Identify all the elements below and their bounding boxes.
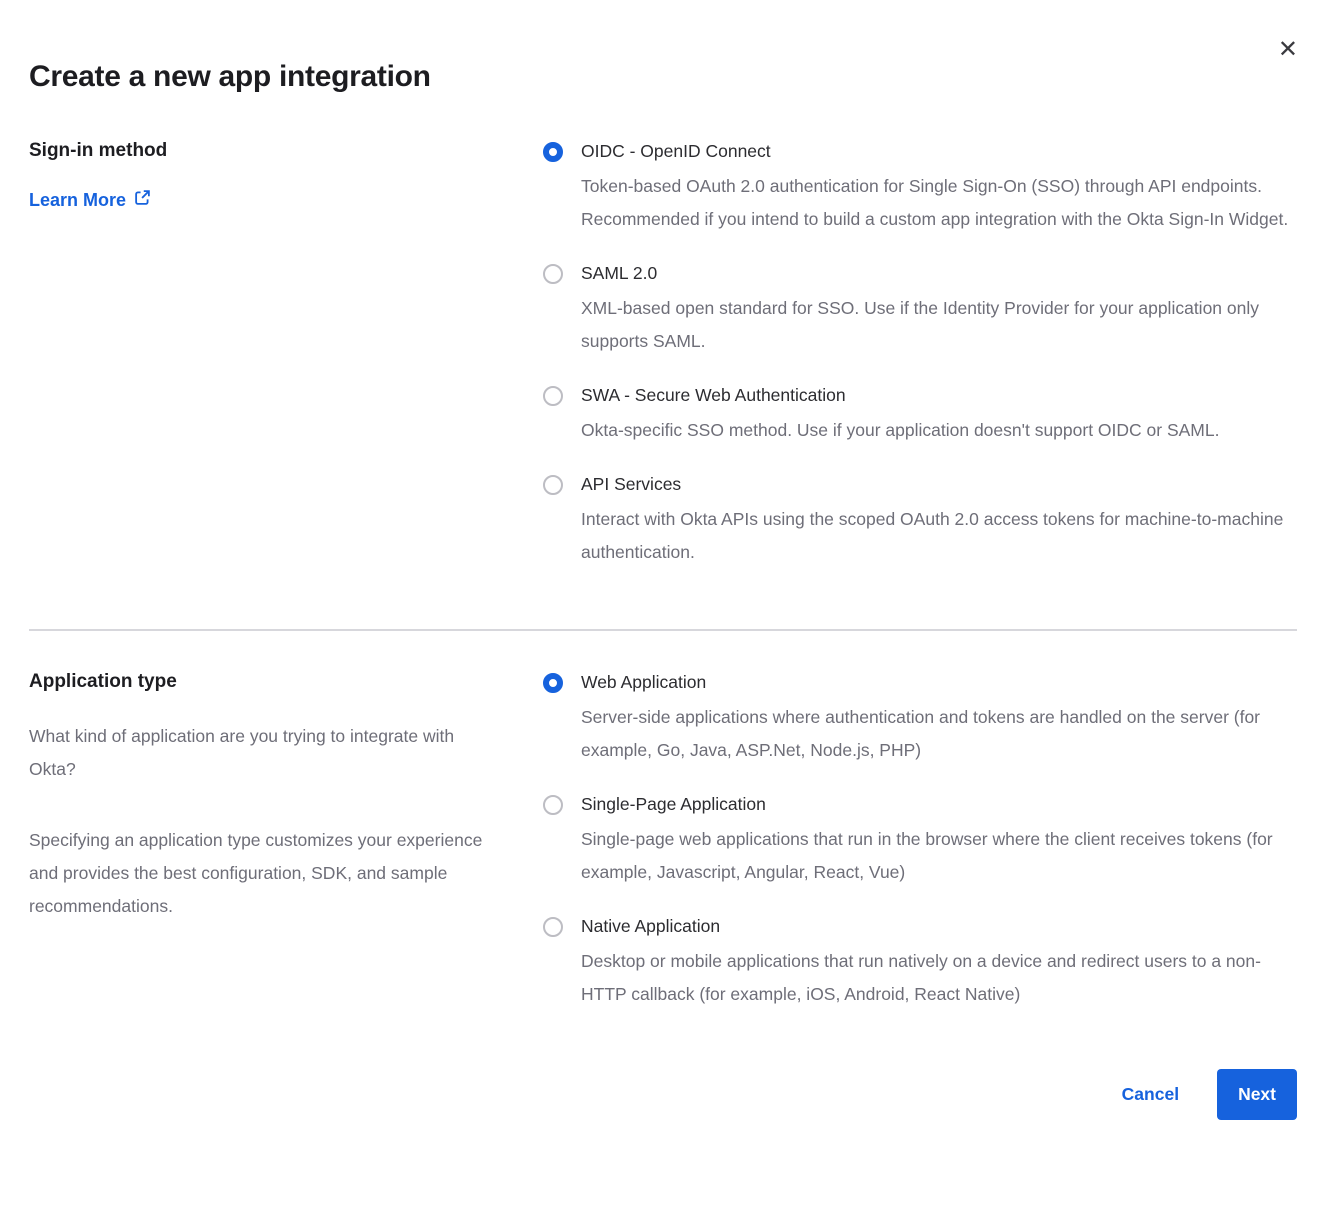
radio-option-web-application[interactable]: Web Application Server-side applications…	[543, 671, 1297, 767]
radio-option-oidc-description: Token-based OAuth 2.0 authentication for…	[581, 170, 1291, 236]
application-type-label: Application type	[29, 671, 499, 693]
radio-option-single-page-application-description: Single-page web applications that run in…	[581, 823, 1291, 889]
signin-method-label: Sign-in method	[29, 140, 499, 162]
learn-more-link[interactable]: Learn More	[29, 189, 151, 211]
radio-saml[interactable]	[543, 264, 563, 284]
radio-option-native-application[interactable]: Native Application Desktop or mobile app…	[543, 915, 1297, 1011]
application-type-question: What kind of application are you trying …	[29, 720, 499, 786]
next-button[interactable]: Next	[1217, 1069, 1297, 1120]
radio-option-oidc[interactable]: OIDC - OpenID Connect Token-based OAuth …	[543, 140, 1297, 236]
radio-option-swa-label: SWA - Secure Web Authentication	[581, 384, 1219, 407]
application-type-section: Application type What kind of applicatio…	[29, 671, 1297, 1011]
radio-option-web-application-label: Web Application	[581, 671, 1291, 694]
close-icon: ✕	[1278, 36, 1298, 63]
radio-web-application[interactable]	[543, 673, 563, 693]
radio-api-services[interactable]	[543, 475, 563, 495]
application-type-help-text: Specifying an application type customize…	[29, 824, 499, 923]
radio-option-saml-description: XML-based open standard for SSO. Use if …	[581, 292, 1291, 358]
radio-option-oidc-label: OIDC - OpenID Connect	[581, 140, 1291, 163]
radio-option-saml[interactable]: SAML 2.0 XML-based open standard for SSO…	[543, 262, 1297, 358]
radio-option-api-services-description: Interact with Okta APIs using the scoped…	[581, 503, 1291, 569]
section-divider	[29, 629, 1297, 631]
learn-more-label: Learn More	[29, 190, 126, 211]
radio-option-api-services-label: API Services	[581, 473, 1291, 496]
close-button[interactable]: ✕	[1276, 36, 1300, 64]
radio-option-native-application-description: Desktop or mobile applications that run …	[581, 945, 1291, 1011]
external-link-icon	[134, 189, 151, 211]
radio-option-swa[interactable]: SWA - Secure Web Authentication Okta-spe…	[543, 384, 1297, 447]
radio-option-api-services[interactable]: API Services Interact with Okta APIs usi…	[543, 473, 1297, 569]
create-app-integration-modal: ✕ Create a new app integration Sign-in m…	[0, 0, 1332, 1210]
cancel-button[interactable]: Cancel	[1122, 1084, 1179, 1105]
radio-oidc[interactable]	[543, 142, 563, 162]
radio-option-saml-label: SAML 2.0	[581, 262, 1291, 285]
radio-option-web-application-description: Server-side applications where authentic…	[581, 701, 1291, 767]
radio-single-page-application[interactable]	[543, 795, 563, 815]
radio-option-single-page-application[interactable]: Single-Page Application Single-page web …	[543, 793, 1297, 889]
radio-swa[interactable]	[543, 386, 563, 406]
radio-native-application[interactable]	[543, 917, 563, 937]
radio-option-swa-description: Okta-specific SSO method. Use if your ap…	[581, 414, 1219, 447]
modal-title: Create a new app integration	[29, 60, 1297, 94]
radio-option-native-application-label: Native Application	[581, 915, 1291, 938]
signin-method-section: Sign-in method Learn More OIDC - OpenID …	[29, 140, 1297, 569]
radio-option-single-page-application-label: Single-Page Application	[581, 793, 1291, 816]
modal-footer: Cancel Next	[29, 1069, 1297, 1120]
